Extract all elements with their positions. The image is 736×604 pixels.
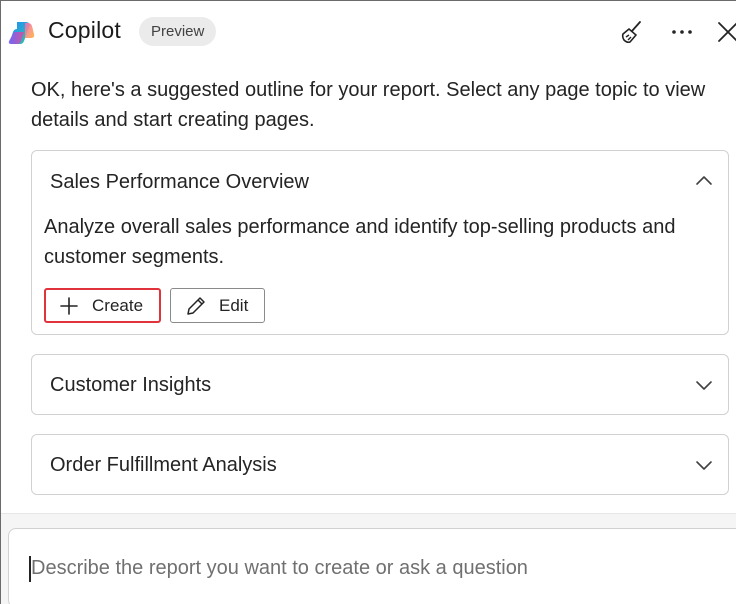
- create-button[interactable]: Create: [44, 288, 161, 323]
- broom-icon[interactable]: [615, 15, 649, 49]
- prompt-input[interactable]: Describe the report you want to create o…: [8, 528, 736, 604]
- topic-card-sales-performance: Sales Performance Overview Analyze overa…: [31, 150, 729, 335]
- topic-title[interactable]: Sales Performance Overview: [50, 171, 309, 194]
- pane-header: Copilot Preview: [1, 1, 736, 63]
- pencil-icon: [185, 295, 207, 317]
- topic-description: Analyze overall sales performance and id…: [44, 216, 676, 268]
- create-button-label: Create: [92, 295, 144, 315]
- composer-area: Describe the report you want to create o…: [1, 513, 736, 604]
- chevron-up-icon[interactable]: [694, 171, 714, 191]
- prompt-placeholder: Describe the report you want to create o…: [31, 557, 528, 579]
- app-title: Copilot: [48, 17, 121, 43]
- copilot-logo: [8, 20, 36, 44]
- chat-content: OK, here's a suggested outline for your …: [6, 63, 736, 515]
- plus-icon: [58, 295, 80, 317]
- topic-card-customer-insights[interactable]: Customer Insights: [31, 354, 729, 415]
- edit-button-label: Edit: [219, 295, 249, 315]
- topic-title[interactable]: Customer Insights: [50, 374, 211, 397]
- topic-title[interactable]: Order Fulfillment Analysis: [50, 454, 277, 477]
- preview-badge: Preview: [139, 17, 217, 46]
- chevron-down-icon[interactable]: [694, 375, 714, 395]
- assistant-message: OK, here's a suggested outline for your …: [31, 79, 706, 131]
- close-icon[interactable]: [711, 15, 736, 49]
- edit-button[interactable]: Edit: [170, 288, 265, 323]
- copilot-pane: Copilot Preview OK, here's a suggested o…: [0, 0, 736, 604]
- topic-card-order-fulfillment[interactable]: Order Fulfillment Analysis: [31, 434, 729, 495]
- chevron-down-icon[interactable]: [694, 455, 714, 475]
- more-icon[interactable]: [665, 15, 699, 49]
